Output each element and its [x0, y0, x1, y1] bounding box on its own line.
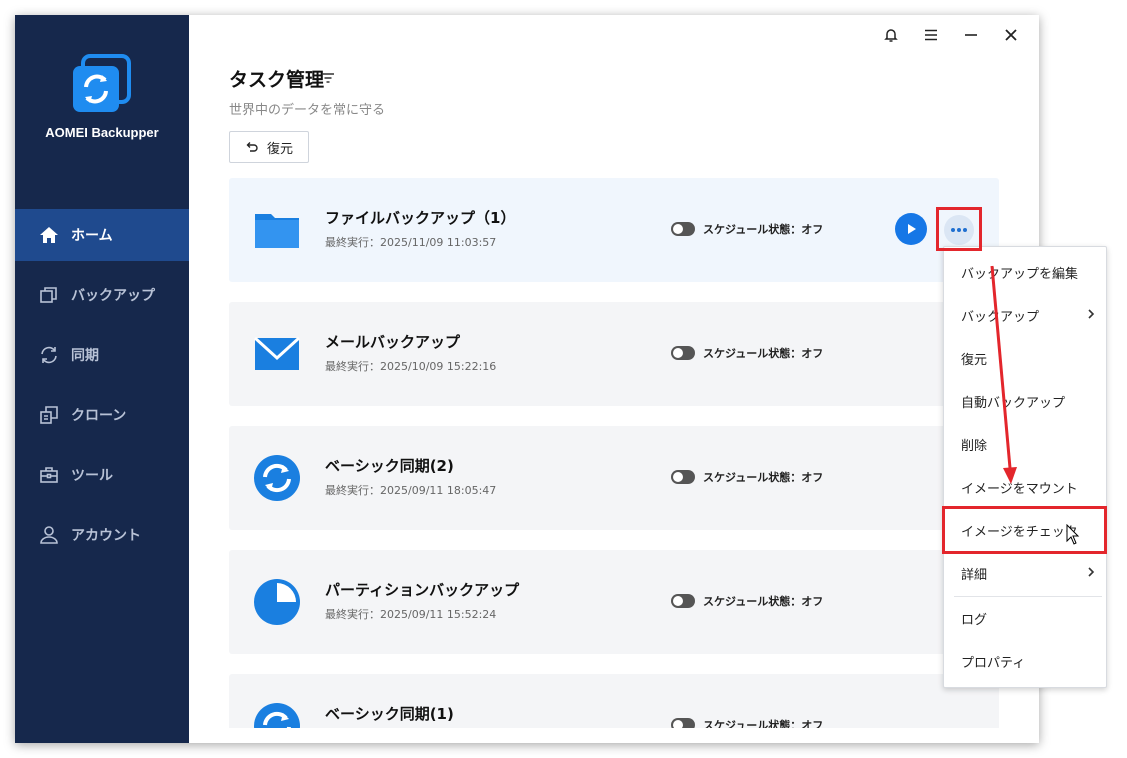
menu-item-properties[interactable]: プロパティ [944, 640, 1106, 682]
menu-icon[interactable] [911, 23, 951, 47]
sidebar-item-clone[interactable]: クローン [15, 389, 189, 441]
menu-item-restore[interactable]: 復元 [944, 337, 1106, 379]
sidebar-item-label: クローン [71, 408, 127, 424]
chevron-right-icon [1088, 309, 1095, 319]
task-last-run: 最終実行：2025/11/09 11:03:57 [325, 236, 497, 249]
task-name: メールバックアップ [325, 333, 461, 351]
sidebar-item-label: アカウント [71, 528, 141, 544]
task-name: ベーシック同期(1) [325, 705, 454, 723]
main-content: タスク管理 世界中のデータを常に守る 復元 ファイルバックアップ（1） 最終実行… [189, 15, 1039, 743]
schedule-toggle[interactable] [671, 718, 695, 728]
sync-circle-icon [253, 702, 301, 728]
chevron-right-icon [1088, 567, 1095, 577]
schedule-status: スケジュール状態：オフ [671, 345, 823, 361]
filter-icon[interactable] [321, 70, 335, 84]
play-icon [908, 224, 916, 234]
task-context-menu: バックアップを編集 バックアップ 復元 自動バックアップ 削除 イメージをマウン… [943, 246, 1107, 688]
restore-button-label: 復元 [266, 141, 293, 157]
menu-item-check-image[interactable]: イメージをチェック [944, 509, 1106, 551]
sidebar-item-tools[interactable]: ツール [15, 449, 189, 501]
minimize-icon[interactable] [951, 23, 991, 47]
schedule-toggle[interactable] [671, 594, 695, 608]
backup-icon [39, 285, 59, 305]
account-icon [39, 525, 59, 545]
app-window: AOMEI Backupper ホーム バックアップ 同期 クローン ツール ア… [15, 15, 1039, 743]
task-card[interactable]: メールバックアップ 最終実行：2025/10/09 15:22:16 スケジュー… [229, 302, 999, 406]
schedule-label: スケジュール状態：オフ [703, 471, 824, 484]
task-card[interactable]: ベーシック同期(2) 最終実行：2025/09/11 18:05:47 スケジュ… [229, 426, 999, 530]
menu-item-log[interactable]: ログ [944, 597, 1106, 639]
page-subtitle: 世界中のデータを常に守る [229, 103, 386, 118]
undo-icon [246, 142, 258, 152]
sidebar-item-label: ホーム [71, 228, 113, 244]
sidebar-item-label: 同期 [71, 348, 99, 364]
window-controls [871, 23, 1031, 47]
schedule-label: スケジュール状態：オフ [703, 347, 824, 360]
schedule-toggle[interactable] [671, 346, 695, 360]
sync-circle-icon [253, 454, 301, 502]
schedule-label: スケジュール状態：オフ [703, 223, 824, 236]
schedule-label: スケジュール状態：オフ [703, 719, 824, 728]
tools-icon [39, 465, 59, 485]
schedule-status: スケジュール状態：オフ [671, 593, 823, 609]
more-options-button[interactable] [939, 211, 979, 249]
restore-button[interactable]: 復元 [229, 131, 309, 163]
mail-icon [253, 330, 301, 378]
menu-item-backup[interactable]: バックアップ [944, 294, 1106, 336]
menu-item-delete[interactable]: 削除 [944, 423, 1106, 465]
sidebar-item-label: ツール [71, 468, 113, 484]
menu-item-details[interactable]: 詳細 [944, 552, 1106, 594]
task-last-run: 最終実行：2025/10/09 15:22:16 [325, 360, 497, 373]
schedule-toggle[interactable] [671, 222, 695, 236]
schedule-toggle[interactable] [671, 470, 695, 484]
task-last-run: 最終実行：2025/09/11 18:05:47 [325, 484, 497, 497]
menu-item-edit-backup[interactable]: バックアップを編集 [944, 251, 1106, 293]
menu-item-mount-image[interactable]: イメージをマウント [944, 466, 1106, 508]
close-icon[interactable] [991, 23, 1031, 47]
sidebar-item-home[interactable]: ホーム [15, 209, 189, 261]
task-name: ファイルバックアップ（1） [325, 209, 516, 227]
page-title: タスク管理 [229, 69, 325, 91]
partition-icon [253, 578, 301, 626]
task-card[interactable]: ファイルバックアップ（1） 最終実行：2025/11/09 11:03:57 ス… [229, 178, 999, 282]
sidebar-item-label: バックアップ [71, 288, 155, 304]
schedule-status: スケジュール状態：オフ [671, 469, 823, 485]
task-card[interactable]: パーティションバックアップ 最終実行：2025/09/11 15:52:24 ス… [229, 550, 999, 654]
more-icon [951, 228, 967, 232]
sidebar-item-sync[interactable]: 同期 [15, 329, 189, 381]
task-card[interactable]: ベーシック同期(1) スケジュール状態：オフ [229, 674, 999, 728]
app-logo-icon [71, 54, 131, 114]
run-button[interactable] [895, 213, 927, 245]
mouse-cursor-icon [1066, 524, 1080, 545]
folder-icon [253, 206, 301, 254]
app-name: AOMEI Backupper [45, 125, 159, 140]
bell-icon[interactable] [871, 23, 911, 47]
home-icon [39, 225, 59, 245]
task-last-run: 最終実行：2025/09/11 15:52:24 [325, 608, 497, 621]
sidebar-item-backup[interactable]: バックアップ [15, 269, 189, 321]
sidebar-item-account[interactable]: アカウント [15, 509, 189, 561]
task-list: ファイルバックアップ（1） 最終実行：2025/11/09 11:03:57 ス… [229, 178, 999, 728]
schedule-status: スケジュール状態：オフ [671, 717, 823, 728]
schedule-status: スケジュール状態：オフ [671, 221, 823, 237]
sidebar: AOMEI Backupper ホーム バックアップ 同期 クローン ツール ア… [15, 15, 189, 743]
task-name: ベーシック同期(2) [325, 457, 454, 475]
task-name: パーティションバックアップ [325, 581, 520, 599]
menu-item-auto-backup[interactable]: 自動バックアップ [944, 380, 1106, 422]
clone-icon [39, 405, 59, 425]
schedule-label: スケジュール状態：オフ [703, 595, 824, 608]
sync-icon [39, 345, 59, 365]
